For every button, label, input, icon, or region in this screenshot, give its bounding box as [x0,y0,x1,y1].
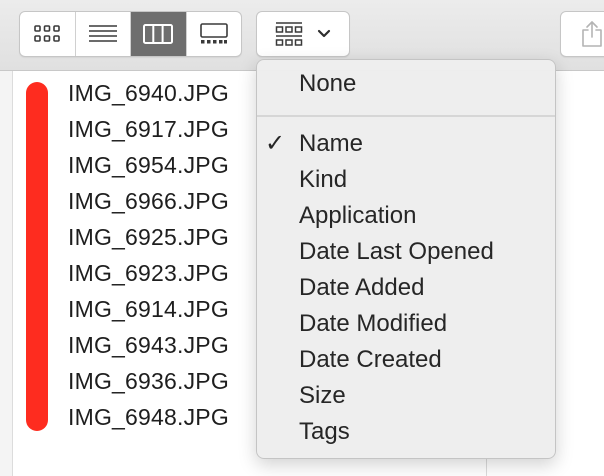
menu-item-date-created[interactable]: Date Created [257,342,555,378]
file-item[interactable]: IMG_6936.JPG [68,363,229,399]
file-item[interactable]: IMG_6966.JPG [68,183,229,219]
menu-item-label: Name [299,130,364,157]
column-view-button[interactable] [131,12,187,56]
file-item[interactable]: IMG_6940.JPG [68,75,229,111]
share-icon [582,21,602,47]
menu-item-label: Size [299,382,346,409]
red-tag-indicator [26,82,48,431]
group-by-button[interactable] [256,11,350,57]
menu-item-label: None [299,70,357,97]
group-by-icon [275,22,303,46]
menu-item-label: Tags [299,418,350,445]
menu-item-kind[interactable]: Kind [257,162,555,198]
icon-view-button[interactable] [20,12,76,56]
menu-item-label: Date Modified [299,310,448,337]
menu-item-size[interactable]: Size [257,378,555,414]
file-item[interactable]: IMG_6923.JPG [68,255,229,291]
menu-item-none[interactable]: None [257,66,555,102]
previous-column[interactable] [0,71,13,476]
menu-item-name[interactable]: ✓ Name [257,126,555,162]
menu-item-label: Kind [299,166,348,193]
menu-item-label: Application [299,202,417,229]
menu-item-label: Date Added [299,274,425,301]
list-view-icon [88,25,117,42]
column-view-icon [143,24,174,44]
menu-item-date-last-opened[interactable]: Date Last Opened [257,234,555,270]
menu-item-date-modified[interactable]: Date Modified [257,306,555,342]
icon-view-icon [34,25,61,42]
menu-item-label: Date Last Opened [299,238,494,265]
gallery-view-icon [199,23,228,44]
menu-item-date-added[interactable]: Date Added [257,270,555,306]
file-list: IMG_6940.JPG IMG_6917.JPG IMG_6954.JPG I… [68,75,229,435]
gallery-view-button[interactable] [187,12,242,56]
view-mode-segmented-control [19,11,242,57]
file-item[interactable]: IMG_6925.JPG [68,219,229,255]
file-item[interactable]: IMG_6954.JPG [68,147,229,183]
finder-window: IMG_6940.JPG IMG_6917.JPG IMG_6954.JPG I… [0,0,604,476]
share-button[interactable] [560,11,604,57]
list-view-button[interactable] [76,12,131,56]
file-item[interactable]: IMG_6948.JPG [68,399,229,435]
file-item[interactable]: IMG_6917.JPG [68,111,229,147]
menu-item-application[interactable]: Application [257,198,555,234]
checkmark-icon: ✓ [265,130,286,157]
chevron-down-icon [317,29,331,38]
menu-separator [257,115,555,117]
menu-item-label: Date Created [299,346,442,373]
file-item[interactable]: IMG_6914.JPG [68,291,229,327]
menu-item-tags[interactable]: Tags [257,414,555,450]
group-by-menu: None ✓ Name Kind Application Date Last O… [256,59,556,459]
file-item[interactable]: IMG_6943.JPG [68,327,229,363]
